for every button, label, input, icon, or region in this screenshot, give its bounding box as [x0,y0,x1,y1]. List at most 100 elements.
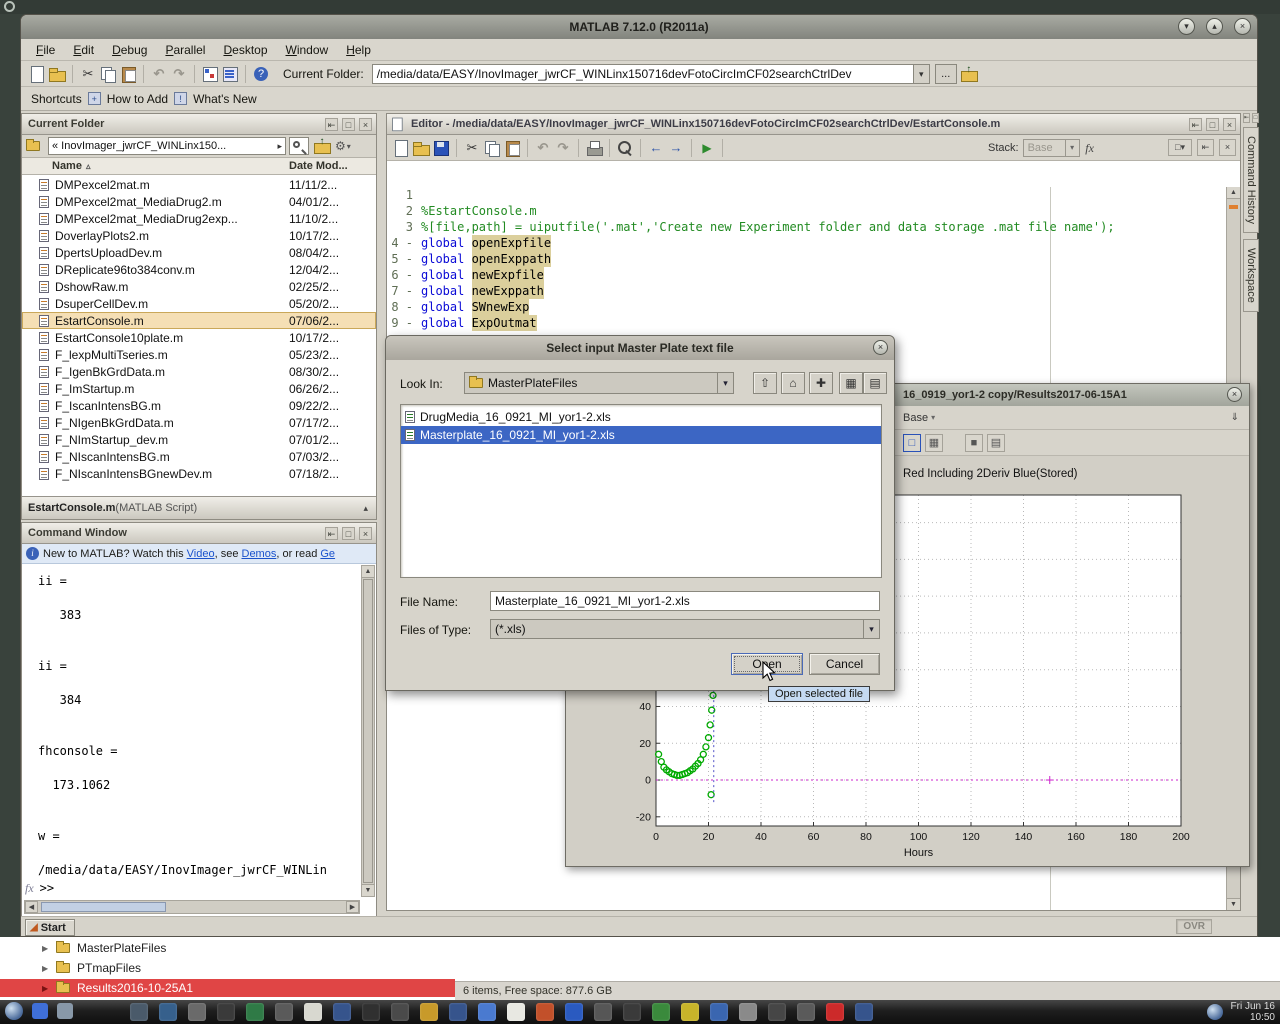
code-line[interactable]: 8 -global SWnewExp [387,299,1226,315]
command-output-area[interactable]: ii = 383 ii = 384 fhconsole = 173.1062 w… [22,565,362,879]
scroll-right-icon[interactable]: ▶ [346,901,359,913]
taskbar-app-icon[interactable] [855,1003,873,1021]
open-folder-icon[interactable] [48,65,66,83]
look-in-combo[interactable]: MasterPlateFiles ▾ [464,372,734,394]
go-forward-icon[interactable] [667,139,685,157]
taskbar-app-icon[interactable] [768,1003,786,1021]
banner-link[interactable]: Ge [320,548,335,560]
dialog-titlebar[interactable]: Select input Master Plate text file × [386,336,894,360]
taskbar-app-icon[interactable] [797,1003,815,1021]
tree-item[interactable]: ▶MasterPlateFiles [0,939,455,957]
new-figure-icon[interactable]: □ [903,434,921,452]
fx-icon[interactable]: fx [22,881,34,896]
guide-icon[interactable] [221,65,239,83]
cut-icon[interactable] [463,139,481,157]
file-row[interactable]: F_NImStartup_dev.m07/01/2... [22,431,376,448]
tree-item[interactable]: ▶Results2016-10-25A1 [0,979,455,997]
shortcut-how-to-add[interactable]: How to Add [107,92,168,106]
find-icon[interactable] [616,139,634,157]
file-row[interactable]: F_lexpMultiTseries.m05/23/2... [22,346,376,363]
menu-debug[interactable]: Debug [103,41,156,59]
menu-desktop[interactable]: Desktop [214,41,276,59]
new-file-icon[interactable] [392,139,410,157]
file-row[interactable]: DoverlayPlots2.m10/17/2... [22,227,376,244]
code-line[interactable]: 1 [387,187,1226,203]
file-row[interactable]: F_IgenBkGrdData.m08/30/2... [22,363,376,380]
desktop-menu-icon[interactable] [5,1002,23,1020]
pin-icon[interactable]: ⇓ [1231,412,1239,423]
close-icon[interactable]: × [359,527,372,540]
expand-triangle-icon[interactable]: ▶ [42,944,56,953]
collapse-details-icon[interactable]: ▴ [363,503,376,514]
maximize-button[interactable]: ▴ [1206,18,1223,35]
taskbar-app-icon[interactable] [681,1003,699,1021]
restore-icon[interactable]: □ [1252,113,1259,123]
up-folder-button[interactable] [960,65,978,83]
column-name[interactable]: Name [22,160,82,172]
open-folder-icon[interactable] [412,139,430,157]
command-window-hscrollbar[interactable]: ◀ ▶ [24,900,360,914]
dialog-file-row[interactable]: Masterplate_16_0921_MI_yor1-2.xls [401,426,881,444]
taskbar-app-icon[interactable] [739,1003,757,1021]
file-name-input[interactable]: Masterplate_16_0921_MI_yor1-2.xls [490,591,880,611]
command-window-vscrollbar[interactable]: ▲ ▼ [361,565,375,897]
grid-view-button[interactable]: ▦ [839,372,863,394]
banner-link[interactable]: Video [187,548,215,560]
code-line[interactable]: 6 -global newExpfile [387,267,1226,283]
dock-select-button[interactable]: □▾ [1168,139,1192,156]
editor-close-icon[interactable]: × [1219,139,1236,156]
taskbar-app-icon[interactable] [362,1003,380,1021]
cut-icon[interactable] [79,65,97,83]
file-row[interactable]: F_IscanIntensBG.m09/22/2... [22,397,376,414]
file-row[interactable]: DshowRaw.m02/25/2... [22,278,376,295]
file-row[interactable]: DMPexcel2mat.m11/11/2... [22,176,376,193]
code-line[interactable]: 9 -global ExpOutmat [387,315,1226,331]
taskbar-app-icon[interactable] [275,1003,293,1021]
banner-link[interactable]: Demos [242,548,277,560]
taskbar-app-icon[interactable] [826,1003,844,1021]
taskbar-app-icon[interactable] [130,1003,148,1021]
command-prompt[interactable]: >> [34,881,54,895]
plot-tools-icon[interactable]: ■ [965,434,983,452]
data-table-icon[interactable]: ▤ [987,434,1005,452]
matlab-titlebar[interactable]: MATLAB 7.12.0 (R2011a) ▾ ▴ × [21,15,1257,39]
file-row[interactable]: DsuperCellDev.m05/20/2... [22,295,376,312]
code-line[interactable]: 4 -global openExpfile [387,235,1226,251]
taskbar-app-icon[interactable] [333,1003,351,1021]
close-button[interactable]: × [1234,18,1251,35]
shortcut-whats-new[interactable]: What's New [193,92,257,106]
tree-item[interactable]: ▶PTmapFiles [0,959,455,977]
code-line[interactable]: 5 -global openExppath [387,251,1226,267]
maximize-icon[interactable]: □ [1206,118,1219,131]
current-folder-input[interactable]: /media/data/EASY/InovImager_jwrCF_WINLin… [372,64,930,84]
paste-icon[interactable] [503,139,521,157]
taskbar-app-icon[interactable] [449,1003,467,1021]
taskbar-app-icon[interactable] [420,1003,438,1021]
close-icon[interactable]: × [1223,118,1236,131]
file-row[interactable]: DReplicate96to384conv.m12/04/2... [22,261,376,278]
scroll-left-icon[interactable]: ◀ [25,901,38,913]
undo-icon[interactable] [534,139,552,157]
expand-triangle-icon[interactable]: ▶ [42,984,56,993]
expand-triangle-icon[interactable]: ▶ [42,964,56,973]
taskbar-app-icon[interactable] [188,1003,206,1021]
actions-menu-button[interactable]: ⚙▾ [335,139,351,153]
undock-icon[interactable]: ⇤ [325,527,338,540]
menu-help[interactable]: Help [337,41,380,59]
file-row[interactable]: F_ImStartup.m06/26/2... [22,380,376,397]
workspace-switcher-icon[interactable] [57,1003,73,1019]
up-one-level-button[interactable]: ⇧ [753,372,777,394]
file-row[interactable]: DMPexcel2mat_MediaDrug2exp...11/10/2... [22,210,376,227]
scrollbar-thumb[interactable] [41,902,166,912]
file-row[interactable]: F_NIscanIntensBG.m07/03/2... [22,448,376,465]
code-line[interactable]: 2%EstartConsole.m [387,203,1226,219]
help-icon[interactable] [252,65,270,83]
copy-icon[interactable] [99,65,117,83]
column-date-modified[interactable]: Date Mod... [289,160,348,172]
file-row[interactable]: DMPexcel2mat_MediaDrug2.m04/01/2... [22,193,376,210]
function-browser-icon[interactable] [1081,139,1099,157]
taskbar-clock[interactable]: Fri Jun 16 10:50 [1231,1001,1275,1023]
code-line[interactable]: 7 -global newExppath [387,283,1226,299]
redo-icon[interactable] [554,139,572,157]
scroll-up-icon[interactable]: ▲ [1227,187,1240,199]
